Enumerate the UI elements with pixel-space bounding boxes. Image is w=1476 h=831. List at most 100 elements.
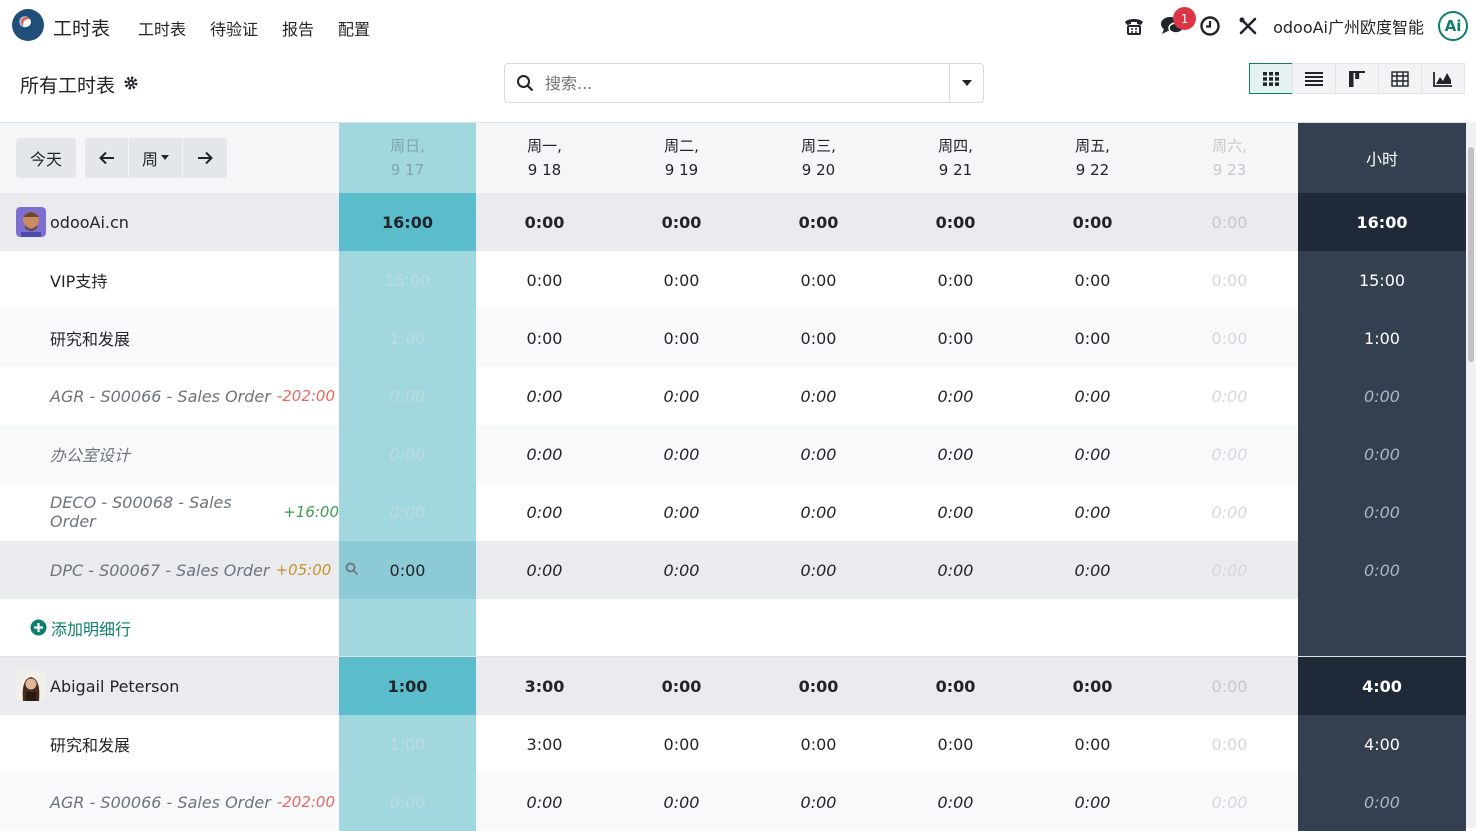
row-name[interactable]: AGR - S00066 - Sales Order <box>0 387 271 406</box>
menu-item-reporting[interactable]: 报告 <box>282 16 314 40</box>
grid-cell[interactable]: 0:00 <box>750 367 887 425</box>
grid-cell[interactable]: 0:00 <box>339 483 476 541</box>
grid-cell[interactable]: 1:00 <box>339 715 476 773</box>
grid-cell[interactable]: 0:00 <box>887 309 1024 367</box>
grid-cell[interactable]: 0:00 <box>1161 715 1298 773</box>
grid-cell[interactable]: 0:00 <box>1024 773 1161 831</box>
grid-cell[interactable]: 0:00 <box>1024 715 1161 773</box>
list-view-icon <box>1305 71 1323 86</box>
phone-icon[interactable] <box>1121 13 1147 39</box>
grid-cell[interactable]: 0:00 <box>1161 541 1298 599</box>
gear-icon[interactable] <box>123 74 139 96</box>
grid-cell[interactable]: 3:00 <box>476 715 613 773</box>
pivot-view-button[interactable] <box>1378 63 1422 94</box>
grid-cell[interactable]: 0:00 <box>887 483 1024 541</box>
grid-cell[interactable]: 0:00 <box>1024 483 1161 541</box>
row-name[interactable]: 研究和发展 <box>0 326 130 350</box>
messages-icon[interactable]: 1 <box>1159 7 1197 39</box>
app-logo-icon[interactable] <box>12 9 44 41</box>
grid-cell[interactable]: 0:00 <box>1161 309 1298 367</box>
list-view-button[interactable] <box>1292 63 1336 94</box>
vertical-scrollbar[interactable] <box>1466 122 1476 828</box>
period-dropdown[interactable]: 周 <box>129 138 183 178</box>
grid-cell[interactable]: 0:00 <box>887 251 1024 309</box>
grid-cell[interactable]: 0:00 <box>339 773 476 831</box>
grid-cell[interactable]: 0:00 <box>750 715 887 773</box>
next-button[interactable] <box>183 138 227 178</box>
grid-cell[interactable]: 0:00 <box>476 367 613 425</box>
grid-cell[interactable]: 0:00 <box>613 773 750 831</box>
grid-cell[interactable]: 0:00 <box>476 425 613 483</box>
grid-cell[interactable]: 0:00 <box>1161 773 1298 831</box>
search-input[interactable] <box>545 73 949 93</box>
grid-cell[interactable]: 0:00 <box>613 715 750 773</box>
debug-tools-icon[interactable] <box>1235 13 1261 39</box>
grid-cell[interactable]: 0:00 <box>613 309 750 367</box>
grid-cell[interactable]: 0:00 <box>476 773 613 831</box>
menu-item-configuration[interactable]: 配置 <box>338 16 370 40</box>
row-name[interactable]: DPC - S00067 - Sales Order <box>0 561 270 580</box>
grid-cell[interactable]: 0:00 <box>613 425 750 483</box>
grid-cell[interactable]: 0:00 <box>887 367 1024 425</box>
grid-cell[interactable]: 0:00 <box>613 251 750 309</box>
search-icon[interactable] <box>345 562 359 576</box>
grid-cell[interactable]: 0:00 <box>887 541 1024 599</box>
grid-cell[interactable]: 0:00 <box>476 309 613 367</box>
kanban-view-button[interactable] <box>1335 63 1379 94</box>
grid-cell[interactable]: 0:00 <box>1161 483 1298 541</box>
grid-cell[interactable]: 0:00 <box>887 773 1024 831</box>
previous-button[interactable] <box>85 138 129 178</box>
grid-cell[interactable]: 0:00 <box>750 773 887 831</box>
grid-cell[interactable]: 0:00 <box>1024 251 1161 309</box>
app-title[interactable]: 工时表 <box>53 14 110 41</box>
grid-cell[interactable]: 0:00 <box>1024 309 1161 367</box>
grid-cell: 0:00 <box>1211 212 1248 232</box>
row-name[interactable]: VIP支持 <box>0 268 107 292</box>
search-options-toggle[interactable] <box>949 64 983 102</box>
company-name[interactable]: odooAi广州欧度智能 <box>1273 14 1424 38</box>
grid-cell[interactable]: 0:00 <box>339 541 476 599</box>
grid-cell[interactable]: 0:00 <box>750 425 887 483</box>
grid-cell[interactable]: 0:00 <box>1024 367 1161 425</box>
scrollbar-thumb[interactable] <box>1468 147 1474 362</box>
grid-cell[interactable]: 0:00 <box>887 715 1024 773</box>
grid-cell[interactable]: 1:00 <box>339 309 476 367</box>
grid-cell[interactable]: 15:00 <box>339 251 476 309</box>
grid-cell[interactable]: 0:00 <box>476 483 613 541</box>
grid-cell[interactable]: 0:00 <box>750 251 887 309</box>
grid-cell[interactable]: 0:00 <box>613 367 750 425</box>
grid-cell[interactable]: 0:00 <box>750 541 887 599</box>
grid-cell[interactable]: 0:00 <box>613 483 750 541</box>
user-avatar[interactable]: Ai <box>1438 11 1468 41</box>
grid-cell[interactable]: 0:00 <box>1024 541 1161 599</box>
grid-cell[interactable]: 0:00 <box>476 251 613 309</box>
menu-item-to-validate[interactable]: 待验证 <box>210 16 258 40</box>
row-name[interactable]: 办公室设计 <box>0 442 130 466</box>
row-name[interactable]: DECO - S00068 - Sales Order <box>0 493 277 531</box>
grid-cell[interactable]: 0:00 <box>1161 367 1298 425</box>
kanban-view-icon <box>1349 70 1365 87</box>
graph-view-icon <box>1433 71 1452 87</box>
grid-cell[interactable]: 0:00 <box>750 309 887 367</box>
row-name[interactable]: 研究和发展 <box>0 732 130 756</box>
grid-cell[interactable]: 0:00 <box>750 483 887 541</box>
grid-cell[interactable]: 0:00 <box>476 541 613 599</box>
row-total: 0:00 <box>1298 541 1466 599</box>
grid-cell[interactable]: 0:00 <box>1161 425 1298 483</box>
menu-item-timesheets[interactable]: 工时表 <box>138 16 186 40</box>
grid-cell[interactable]: 0:00 <box>1024 425 1161 483</box>
grid-cell[interactable]: 0:00 <box>339 425 476 483</box>
row-total: 0:00 <box>1298 425 1466 483</box>
pivot-view-icon <box>1391 70 1409 87</box>
row-name[interactable]: AGR - S00066 - Sales Order <box>0 793 271 812</box>
grid-cell[interactable]: 0:00 <box>1161 251 1298 309</box>
grid-cell[interactable]: 0:00 <box>613 541 750 599</box>
today-button[interactable]: 今天 <box>16 138 76 178</box>
activity-clock-icon[interactable] <box>1197 13 1223 39</box>
grid-cell[interactable]: 0:00 <box>887 425 1024 483</box>
add-line-button[interactable]: 添加明细行 <box>0 616 131 640</box>
graph-view-button[interactable] <box>1421 63 1465 94</box>
grid-cell[interactable]: 0:00 <box>339 367 476 425</box>
grid-cell-value[interactable]: 0:00 <box>390 561 426 580</box>
grid-view-button[interactable] <box>1249 63 1293 94</box>
